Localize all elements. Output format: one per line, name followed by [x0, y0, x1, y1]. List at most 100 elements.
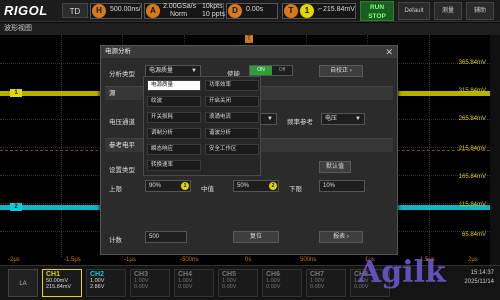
- trigger-position-marker[interactable]: T: [245, 35, 253, 43]
- grid-line: [61, 35, 62, 257]
- time-label: -2μs: [8, 257, 20, 263]
- menu-item-safe-operating-area[interactable]: 安全工作区: [205, 144, 259, 155]
- watermark-logo: Agilk: [358, 255, 446, 290]
- time-label: -1μs: [124, 257, 136, 263]
- mode-button[interactable]: TD: [62, 3, 88, 18]
- auto-setup-label: 自校正: [330, 68, 349, 74]
- volt-label: 65.84mV: [461, 232, 486, 238]
- channel-ch7[interactable]: CH7 1.00V 0.00V: [306, 269, 346, 297]
- channel-name: CH4: [178, 271, 193, 278]
- clock-time: 15:14:37: [470, 270, 494, 276]
- menu-item-harmonics[interactable]: 谐波分析: [205, 128, 259, 139]
- time-label: 500ns: [300, 257, 317, 263]
- toggle-on: ON: [250, 66, 272, 75]
- knob-2-badge: 2: [269, 182, 277, 190]
- volt-label: 215.84mV: [458, 146, 486, 152]
- toggle-off: Off: [278, 67, 286, 73]
- menu-item-modulation[interactable]: 调制分析: [147, 128, 201, 139]
- menu-item-power-efficiency[interactable]: 功率效率: [205, 80, 259, 91]
- upper-label: 上限: [109, 186, 122, 193]
- freq-ref-value: 电压: [325, 116, 338, 122]
- utility-button[interactable]: 辅助: [466, 2, 494, 20]
- enable-toggle[interactable]: ON Off: [249, 65, 293, 76]
- dialog-title-bar: 电源分析 ✕: [101, 46, 397, 58]
- clock-date: 2025/11/14: [464, 279, 494, 285]
- trigger-icon: T: [284, 4, 298, 18]
- channel-name: CH7: [310, 271, 325, 278]
- channel-name: CH3: [134, 271, 149, 278]
- reset-button[interactable]: 复位: [233, 231, 279, 243]
- horizontal-icon: H: [92, 4, 106, 18]
- top-toolbar: RIGOL TD H 500.00ns/ A 2.00GSa/s Norm 10…: [0, 0, 500, 22]
- channel-offset: 0.00V: [222, 284, 237, 290]
- analysis-type-menu: 电源质量 功率效率 纹波 开启关闭 开关损耗 浪涌电流 调制分析 谐波分析 瞬态…: [143, 76, 261, 176]
- delay-value: 0.00s: [246, 6, 264, 13]
- close-icon[interactable]: ✕: [385, 46, 393, 58]
- system-clock: 15:14:37 2025/11/14: [464, 269, 494, 287]
- channel-ch6[interactable]: CH6 1.00V 0.00V: [262, 269, 302, 297]
- channel-ch3[interactable]: CH3 1.00V 0.00V: [130, 269, 170, 297]
- acquire-icon: A: [146, 4, 160, 18]
- acquire-mode: Norm: [170, 11, 188, 18]
- knob-1-badge: 1: [181, 182, 189, 190]
- channel-name: CH5: [222, 271, 237, 278]
- channel-ch4[interactable]: CH4 1.00V 0.00V: [174, 269, 214, 297]
- run-stop-button[interactable]: RUN STOP: [360, 1, 394, 21]
- brand-logo: RIGOL: [4, 3, 48, 18]
- rising-edge-icon: ⌐: [318, 6, 323, 13]
- channel-name: CH6: [266, 271, 281, 278]
- channel-ch2[interactable]: CH2 1.00V 2.86V: [86, 269, 126, 297]
- count-label: 计数: [109, 237, 122, 244]
- menu-item-inrush-current[interactable]: 浪涌电流: [205, 112, 259, 123]
- channel-ch1[interactable]: CH1 50.00mV 215.84mV: [42, 269, 82, 297]
- channel-offset: 0.00V: [178, 284, 193, 290]
- dialog-title: 电源分析: [105, 48, 131, 55]
- chevron-right-icon: ›: [346, 234, 349, 240]
- sample-rate: 2.00GSa/s: [163, 3, 197, 10]
- trigger-source: 1: [300, 4, 314, 18]
- volt-label: 365.84mV: [458, 60, 486, 66]
- grid-line: [429, 35, 430, 257]
- channel-offset: 215.84mV: [46, 284, 72, 290]
- waveform-view-title: 波形视图: [0, 23, 500, 35]
- volt-label: 115.84mV: [459, 202, 486, 208]
- menu-item-turn-on-off[interactable]: 开启关闭: [205, 96, 259, 107]
- menu-item-switching-loss[interactable]: 开关损耗: [147, 112, 201, 123]
- channel-offset: 2.86V: [90, 284, 105, 290]
- la-button[interactable]: LA: [8, 269, 38, 297]
- time-label: -1.5μs: [64, 257, 81, 263]
- default-value-button[interactable]: 默认值: [319, 161, 351, 173]
- time-label: -500ns: [180, 257, 199, 263]
- report-button[interactable]: 报表 ›: [319, 231, 363, 243]
- channel-name: CH1: [46, 271, 61, 278]
- chevron-down-icon: ▼: [355, 116, 361, 122]
- measure-button[interactable]: 测量: [434, 2, 462, 20]
- volt-label: 165.84mV: [458, 174, 486, 180]
- mid-label: 中值: [201, 186, 214, 193]
- auto-setup-button[interactable]: 自校正 ›: [319, 65, 363, 77]
- freq-ref-select[interactable]: 电压 ▼: [321, 113, 365, 125]
- side-strip: [490, 35, 500, 265]
- channel-ch5[interactable]: CH5 1.00V 0.00V: [218, 269, 258, 297]
- run-label: RUN: [369, 4, 385, 11]
- delay-icon: D: [228, 4, 242, 18]
- channel-offset: 0.00V: [134, 284, 149, 290]
- menu-item-power-quality[interactable]: 电源质量: [147, 80, 201, 91]
- analysis-type-label: 分析类型: [109, 71, 135, 78]
- menu-item-slew-rate[interactable]: 转换速率: [147, 160, 201, 171]
- chevron-down-icon: ▼: [191, 68, 197, 74]
- channel-offset: 0.00V: [310, 284, 325, 290]
- lower-input[interactable]: 10%: [319, 180, 365, 192]
- volt-label: 265.84mV: [458, 116, 486, 122]
- memory-depth-alt: 10 ppts: [202, 11, 225, 18]
- chevron-right-icon: ›: [349, 68, 352, 74]
- ch1-offset-marker[interactable]: 1: [10, 89, 22, 97]
- time-label: 2μs: [468, 257, 478, 263]
- count-input[interactable]: 500: [145, 231, 187, 243]
- time-label: 0s: [245, 257, 252, 263]
- menu-item-transient-response[interactable]: 瞬态响应: [147, 144, 201, 155]
- menu-item-ripple[interactable]: 纹波: [147, 96, 201, 107]
- default-button[interactable]: Default: [398, 2, 430, 20]
- volt-label: 315.84mV: [458, 88, 486, 94]
- ch2-offset-marker[interactable]: 2: [10, 203, 22, 211]
